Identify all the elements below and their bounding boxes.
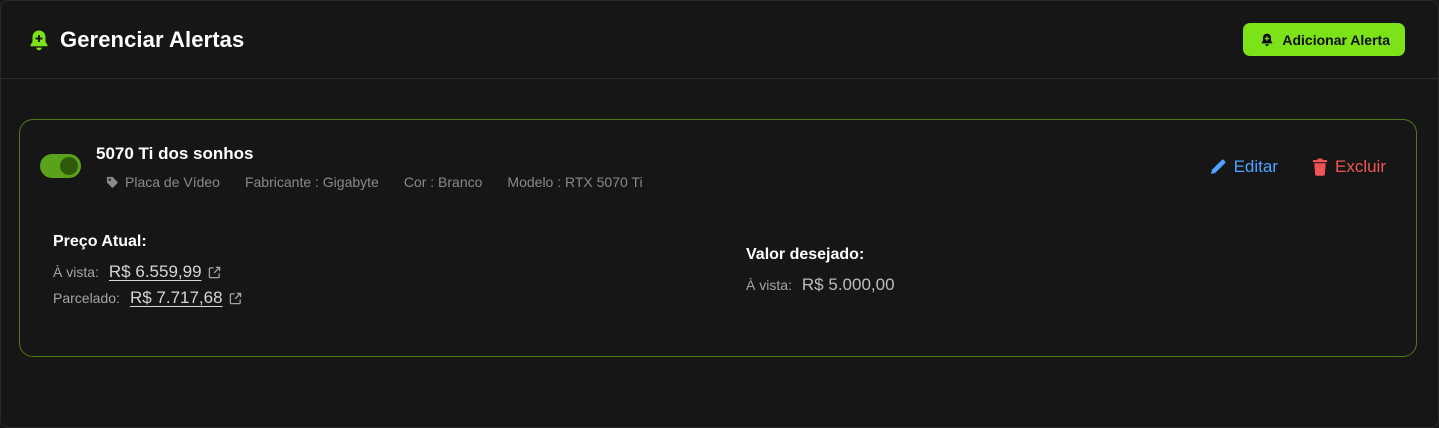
alert-tags: Placa de Vídeo Fabricante : Gigabyte Cor… — [106, 174, 643, 190]
alert-card: 5070 Ti dos sonhos Placa de Vídeo Fabric… — [19, 119, 1417, 357]
current-cash-row: À vista: R$ 6.559,99 — [53, 259, 242, 285]
edit-label: Editar — [1233, 157, 1278, 176]
current-cash-link[interactable]: R$ 6.559,99 — [109, 262, 202, 282]
tag-model: Modelo : RTX 5070 Ti — [507, 174, 643, 190]
current-price-title: Preço Atual: — [53, 233, 147, 250]
header: Gerenciar Alertas Adicionar Alerta — [1, 1, 1438, 79]
add-alert-button[interactable]: Adicionar Alerta — [1243, 23, 1405, 56]
desired-cash-value: R$ 5.000,00 — [801, 275, 895, 294]
external-link-icon — [229, 292, 242, 305]
bell-plus-icon — [1260, 32, 1274, 47]
trash-icon — [1312, 158, 1328, 176]
tag-manufacturer: Fabricante : Gigabyte — [244, 174, 379, 190]
title-wrap: Gerenciar Alertas — [28, 27, 244, 53]
alert-actions: Editar Excluir — [1209, 157, 1386, 177]
tag-category-label: Placa de Vídeo — [125, 174, 220, 190]
desired-price-title: Valor desejado: — [746, 246, 865, 263]
tag-icon — [106, 176, 119, 189]
current-price-block: Preço Atual: À vista: R$ 6.559,99 Parcel… — [53, 233, 242, 311]
pencil-icon — [1209, 158, 1227, 176]
delete-label: Excluir — [1334, 157, 1386, 176]
desired-cash-row: À vista: R$ 5.000,00 — [746, 272, 895, 298]
bell-plus-icon — [28, 28, 50, 52]
page-title: Gerenciar Alertas — [60, 26, 245, 52]
current-installment-label: Parcelado: — [53, 290, 120, 306]
desired-price-block: Valor desejado: À vista: R$ 5.000,00 — [746, 246, 895, 298]
current-cash-label: À vista: — [53, 264, 99, 280]
alerts-panel: Gerenciar Alertas Adicionar Alerta 5070 … — [0, 0, 1439, 428]
edit-button[interactable]: Editar — [1209, 157, 1278, 177]
add-alert-label: Adicionar Alerta — [1282, 31, 1390, 48]
tag-color: Cor : Branco — [403, 174, 483, 190]
external-link-icon — [208, 266, 221, 279]
delete-button[interactable]: Excluir — [1312, 157, 1386, 177]
alert-toggle[interactable] — [40, 154, 81, 178]
tag-category: Placa de Vídeo — [106, 174, 220, 190]
toggle-knob — [60, 157, 78, 175]
desired-cash-label: À vista: — [746, 277, 792, 293]
current-installment-row: Parcelado: R$ 7.717,68 — [53, 285, 242, 311]
alert-name: 5070 Ti dos sonhos — [96, 144, 254, 163]
current-installment-link[interactable]: R$ 7.717,68 — [130, 288, 223, 308]
